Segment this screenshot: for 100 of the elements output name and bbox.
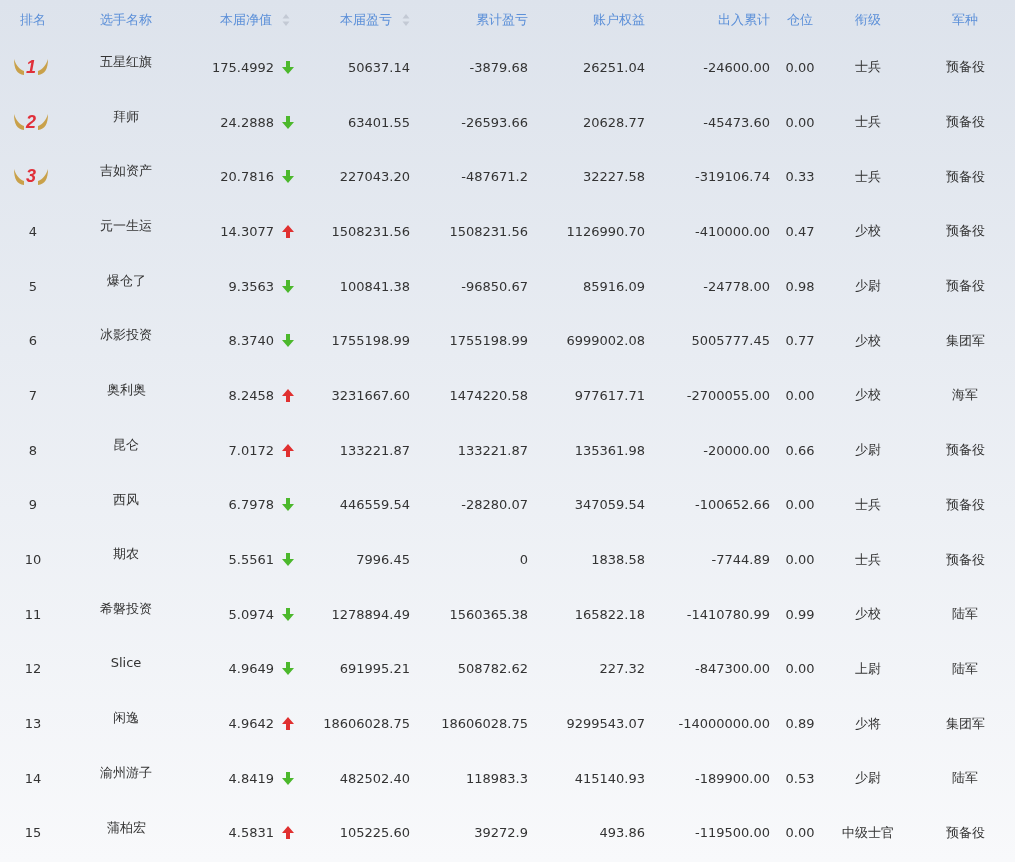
net-value: 4.8419	[228, 770, 274, 786]
table-cell: -28280.07	[461, 497, 528, 513]
table-cell: 18606028.75	[323, 716, 410, 732]
player-name[interactable]: 希磐投资	[100, 599, 152, 618]
player-name[interactable]: 五星红旗	[100, 53, 152, 71]
player-name[interactable]: 期农	[113, 545, 139, 564]
table-cell: 347059.54	[574, 497, 645, 513]
table-cell: -14000000.00	[678, 716, 770, 732]
rank-number: 8	[28, 442, 38, 458]
table-cell: 85916.09	[582, 278, 645, 294]
table-cell: 1755198.99	[449, 333, 528, 349]
table-cell: 海军	[952, 386, 978, 405]
net-value: 6.7978	[228, 497, 274, 513]
table-cell: 陆军	[952, 605, 978, 624]
player-name[interactable]: 渝州游子	[100, 763, 152, 782]
rank-number: 6	[28, 333, 38, 349]
rank-number: 4	[28, 223, 38, 239]
sort-icon[interactable]	[282, 13, 290, 27]
table-cell: 上尉	[854, 659, 881, 678]
player-name[interactable]: 拜师	[113, 107, 139, 126]
net-value: 14.3077	[220, 223, 274, 239]
player-name[interactable]: 爆仓了	[106, 271, 146, 290]
table-cell: 118983.3	[465, 770, 528, 786]
table-cell: 0.89	[785, 716, 815, 732]
table-cell: 1508231.56	[449, 223, 528, 239]
table-cell: 集团军	[945, 331, 985, 350]
table-cell: 0.00	[785, 825, 815, 841]
table-cell: 9299543.07	[566, 716, 645, 732]
player-name[interactable]: 闲逸	[113, 709, 139, 728]
table-cell: -20000.00	[703, 442, 770, 458]
table-cell: 预备役	[945, 550, 985, 569]
table-cell: 预备役	[945, 113, 985, 132]
table-cell: 士兵	[854, 495, 881, 514]
table-cell: 18606028.75	[441, 716, 528, 732]
net-value: 5.5561	[228, 552, 274, 568]
table-cell: -96850.67	[461, 278, 528, 294]
table-cell: -45473.60	[703, 114, 770, 130]
table-cell: -2700055.00	[686, 387, 770, 403]
table-cell: 预备役	[945, 441, 985, 460]
player-name[interactable]: 冰影投资	[100, 326, 152, 345]
table-cell: 0.47	[785, 223, 815, 239]
table-cell: -119500.00	[695, 825, 770, 841]
table-cell: -24600.00	[703, 59, 770, 75]
table-cell: 1508231.56	[331, 223, 410, 239]
net-value: 4.5831	[228, 825, 274, 841]
table-cell: 0.00	[785, 552, 815, 568]
table-cell: 415140.93	[574, 770, 645, 786]
player-name[interactable]: 吉如资产	[100, 162, 152, 181]
table-cell: 0.00	[785, 387, 815, 403]
table-cell: 50637.14	[347, 59, 410, 75]
table-cell: 508782.62	[457, 661, 528, 677]
table-cell: -3879.68	[469, 59, 528, 75]
rank-number: 15	[24, 825, 42, 841]
table-cell: 493.86	[599, 825, 645, 841]
table-cell: -7744.89	[711, 552, 770, 568]
table-cell: 士兵	[854, 113, 881, 132]
net-value: 4.9649	[228, 661, 274, 677]
table-cell: 0.53	[785, 770, 815, 786]
rank-number: 14	[24, 770, 42, 786]
table-cell: 陆军	[952, 769, 978, 788]
player-name[interactable]: 昆仑	[113, 435, 139, 454]
sort-icon[interactable]	[402, 13, 410, 27]
table-cell: 少尉	[854, 769, 881, 788]
table-cell: 少尉	[854, 441, 881, 460]
table-cell: 20628.77	[582, 114, 645, 130]
table-cell: 100841.38	[339, 278, 410, 294]
table-cell: 预备役	[945, 167, 985, 186]
net-value: 8.3740	[228, 333, 274, 349]
table-cell: 32227.58	[582, 169, 645, 185]
table-cell: 1126990.70	[566, 223, 645, 239]
table-cell: 0.66	[785, 442, 815, 458]
player-name[interactable]: 元一生运	[100, 217, 152, 236]
net-value: 175.4992	[211, 59, 274, 75]
table-cell: 集团军	[945, 714, 985, 733]
player-name[interactable]: 蒲柏宏	[106, 818, 146, 837]
table-cell: 1838.58	[591, 552, 645, 568]
table-cell: 482502.40	[339, 770, 410, 786]
table-cell: 少校	[854, 386, 881, 405]
table-cell: -1410780.99	[686, 606, 770, 622]
table-cell: 少尉	[854, 277, 881, 296]
table-cell: 预备役	[945, 58, 985, 77]
rank-number: 5	[28, 278, 38, 294]
player-name[interactable]: 西风	[113, 490, 139, 509]
table-cell: -487671.2	[461, 169, 528, 185]
table-cell: -847300.00	[695, 661, 770, 677]
player-name[interactable]: 奥利奥	[106, 381, 146, 400]
player-name[interactable]: Slice	[110, 654, 142, 670]
table-cell: 中级士官	[841, 823, 894, 842]
table-cell: 少将	[854, 714, 881, 733]
net-value: 7.0172	[228, 442, 274, 458]
table-cell: 6999002.08	[566, 333, 645, 349]
table-cell: 0.00	[785, 497, 815, 513]
table-cell: 133221.87	[339, 442, 410, 458]
rank-number: 7	[28, 387, 38, 403]
net-value: 20.7816	[220, 169, 274, 185]
table-cell: 预备役	[945, 823, 985, 842]
table-cell: 士兵	[854, 167, 881, 186]
table-cell: 陆军	[952, 659, 978, 678]
table-cell: -100652.66	[695, 497, 770, 513]
net-value: 9.3563	[228, 278, 274, 294]
